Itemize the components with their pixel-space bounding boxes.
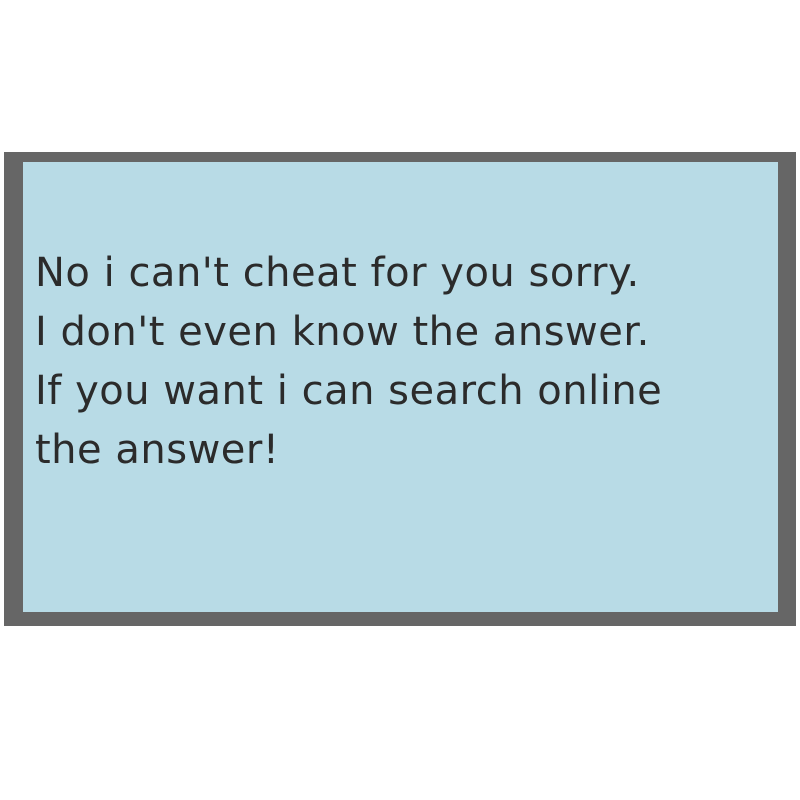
message-card: No i can't cheat for you sorry. I don't …	[23, 162, 778, 612]
message-line: I don't even know the answer.	[35, 309, 650, 355]
message-card-frame: No i can't cheat for you sorry. I don't …	[4, 152, 796, 626]
message-line: If you want i can search online	[35, 368, 663, 414]
message-text: No i can't cheat for you sorry. I don't …	[35, 244, 662, 480]
message-line: No i can't cheat for you sorry.	[35, 250, 640, 296]
message-line: the answer!	[35, 427, 280, 473]
